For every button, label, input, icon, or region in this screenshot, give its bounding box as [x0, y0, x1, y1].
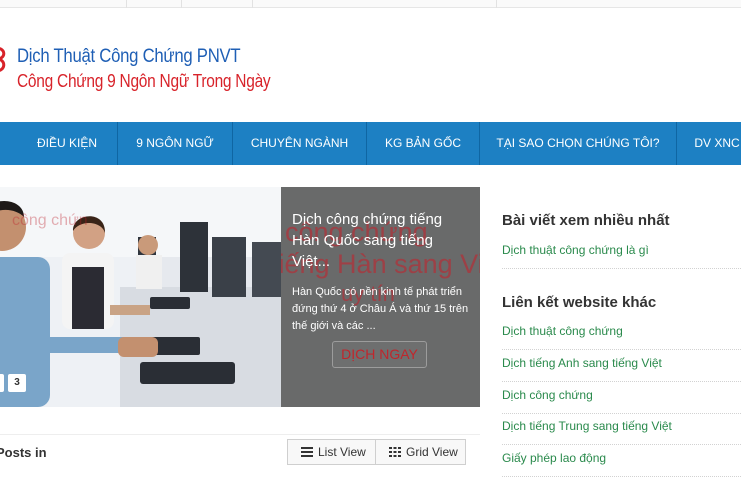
posts-toolbar: Posts in List View Grid View — [0, 434, 480, 468]
slider-pager-dot[interactable] — [0, 374, 4, 392]
logo-title: Dịch Thuật Công Chứng PNVT — [17, 46, 241, 67]
translate-now-button[interactable]: DỊCH NGAY — [332, 341, 427, 368]
top-bar-divider — [181, 0, 182, 8]
nav-item-tai-sao-chon[interactable]: TẠI SAO CHỌN CHÚNG TÔI? — [480, 122, 676, 165]
slider-photo[interactable]: công chứn — [0, 187, 281, 407]
slider-pager: 3 — [0, 374, 30, 394]
office-workers-image: công chứn — [0, 187, 281, 407]
slider-excerpt: Hàn Quốc có nền kinh tế phát triển đứng … — [292, 286, 469, 332]
grid-view-label: Grid View — [406, 445, 458, 459]
slider-pager-dot[interactable]: 3 — [8, 374, 26, 392]
sidebar-link[interactable]: Dịch tiếng Trung sang tiếng Việt — [502, 413, 741, 445]
other-links-title: Liên kết website khác — [502, 294, 657, 311]
logo-mark-icon — [0, 47, 6, 72]
slider-caption: công chứng tiếng Hàn sang Việt uy tín Dị… — [281, 187, 480, 407]
nav-item-chuyen-nganh[interactable]: CHUYÊN NGÀNH — [233, 122, 366, 165]
grid-view-button[interactable]: Grid View — [375, 439, 466, 465]
popular-posts-title: Bài viết xem nhiều nhất — [502, 212, 670, 229]
nav-item-kg-ban-goc[interactable]: KG BẢN GỐC — [367, 122, 479, 165]
top-bar-divider — [252, 0, 253, 8]
svg-text:công chứn: công chứn — [12, 212, 88, 229]
grid-icon — [389, 447, 401, 457]
list-icon — [301, 447, 313, 457]
top-bar-divider — [126, 0, 127, 8]
nav-item-9-ngon-ngu[interactable]: 9 NGÔN NGỮ — [118, 122, 232, 165]
nav-item-dieu-kien[interactable]: ĐIỀU KIỆN — [14, 122, 120, 165]
list-view-label: List View — [318, 445, 366, 459]
popular-post-link[interactable]: Dịch thuật công chứng là gì — [502, 237, 741, 269]
nav-item-dv-xnc[interactable]: DV XNC — [677, 122, 741, 165]
top-bar-divider — [496, 0, 497, 8]
featured-slider[interactable]: công chứn công chứng tiếng Hàn sang Việt… — [0, 187, 480, 407]
main-nav: ĐIỀU KIỆN 9 NGÔN NGỮ CHUYÊN NGÀNH KG BẢN… — [0, 122, 741, 165]
sidebar-link[interactable]: Dịch thuật công chứng — [502, 318, 741, 350]
slider-title[interactable]: Dịch công chứng tiếng Hàn Quốc sang tiến… — [292, 209, 472, 272]
list-view-button[interactable]: List View — [287, 439, 376, 465]
site-logo[interactable]: Dịch Thuật Công Chứng PNVT Công Chứng 9 … — [0, 38, 271, 102]
posts-label: Posts in — [0, 445, 47, 460]
sidebar-link[interactable]: Dịch công chứng — [502, 382, 741, 414]
sidebar-link[interactable]: Giấy phép lao động — [502, 445, 741, 477]
logo-subtitle: Công Chứng 9 Ngôn Ngữ Trong Ngày — [17, 71, 271, 91]
sidebar-link[interactable]: Dịch tiếng Anh sang tiếng Việt — [502, 350, 741, 382]
top-bar — [0, 0, 741, 8]
